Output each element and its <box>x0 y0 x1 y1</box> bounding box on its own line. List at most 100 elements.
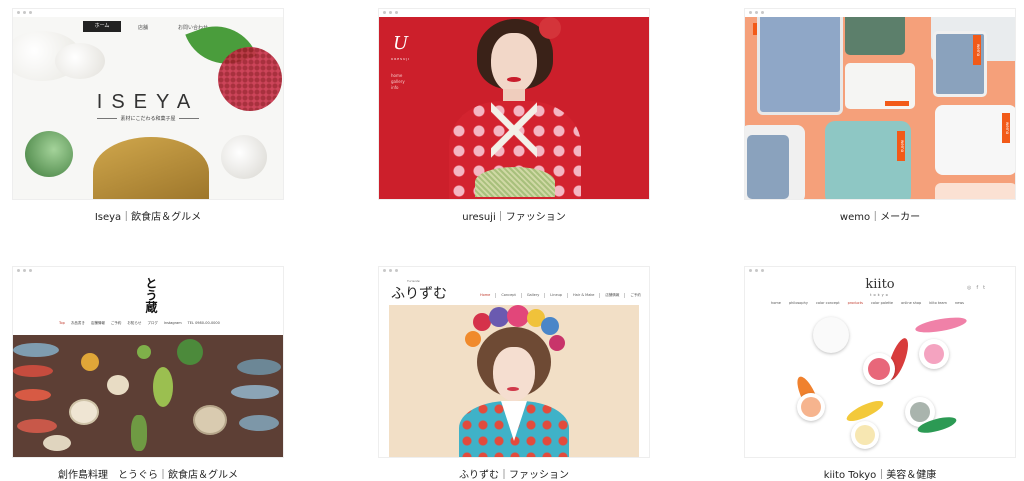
nav-online-shop[interactable]: online shop <box>901 301 921 305</box>
browser-frame: kiito tokyo ◎ f t home philosophy color … <box>744 266 1016 458</box>
template-caption[interactable]: Iseya｜飲食店＆グルメ <box>12 208 284 223</box>
fish-image <box>15 389 51 401</box>
template-card-furizumu[interactable]: Furisode ふりずむ Home Concept Gallery Lineu… <box>378 266 650 481</box>
vegetable-image <box>131 415 147 451</box>
product-teal <box>845 17 905 55</box>
kashiwa-mochi-image <box>25 131 73 177</box>
compact-rose <box>863 353 895 385</box>
model-lips <box>507 387 519 391</box>
nav-home[interactable]: home <box>771 301 781 305</box>
nav-info[interactable]: 店舗情報 <box>91 321 105 326</box>
site-logo: U <box>393 33 409 54</box>
nav-instagram[interactable]: Instagram <box>164 321 182 326</box>
menu-info[interactable]: info <box>391 85 399 90</box>
browser-frame: とう蔵 Top お品書き 店舗情報 ご予約 お知らせ ブログ Instagram… <box>12 266 284 458</box>
nav-hair-make[interactable]: Hair & Make <box>568 293 601 298</box>
browser-frame: ホーム 店舗 お問い合わせ ISEYA 素材にこだわる和菓子屋 <box>12 8 284 200</box>
template-preview[interactable]: とう蔵 Top お品書き 店舗情報 ご予約 お知らせ ブログ Instagram… <box>13 275 283 457</box>
nav-news[interactable]: news <box>955 301 964 305</box>
product-phone-blue <box>747 135 789 199</box>
model-lips <box>507 77 521 82</box>
template-caption[interactable]: wemo｜メーカー <box>744 208 1016 223</box>
nav-news[interactable]: お知らせ <box>127 321 141 326</box>
site-logo-sub: URESUJI <box>391 57 411 61</box>
nav-store[interactable]: 店舗情報 <box>600 293 626 298</box>
flower-image <box>507 305 529 327</box>
bowl-image <box>43 435 71 451</box>
wemo-tag-horizontal <box>885 101 909 106</box>
browser-chrome <box>13 9 283 17</box>
nav-store[interactable]: 店舗 <box>138 24 148 31</box>
site-nav: home philosophy color concept products c… <box>771 301 964 305</box>
menu-gallery[interactable]: gallery <box>391 79 405 84</box>
mochi-image <box>221 135 267 179</box>
template-card-iseya[interactable]: ホーム 店舗 お問い合わせ ISEYA 素材にこだわる和菓子屋 Iseya｜飲食… <box>12 8 284 223</box>
facebook-icon[interactable]: f <box>976 285 978 291</box>
compact-peach <box>797 393 825 421</box>
site-nav: Home Concept Gallery Lineup Hair & Make … <box>475 293 646 298</box>
flower-image <box>465 331 481 347</box>
template-caption[interactable]: ふりずむ｜ファッション <box>378 466 650 481</box>
browser-frame: U URESUJI home gallery info <box>378 8 650 200</box>
mochi-image <box>55 43 105 79</box>
template-card-uresuji[interactable]: U URESUJI home gallery info uresuji｜ファッシ… <box>378 8 650 223</box>
model-face <box>493 347 535 401</box>
menu-home[interactable]: home <box>391 73 402 78</box>
nav-philosophy[interactable]: philosophy <box>789 301 808 305</box>
bowl-image <box>69 399 99 425</box>
social-links: ◎ f t <box>967 285 985 291</box>
nav-concept[interactable]: Concept <box>496 293 522 298</box>
nav-gallery[interactable]: Gallery <box>522 293 546 298</box>
site-logo: とう蔵 <box>144 277 158 313</box>
fish-image <box>237 359 281 375</box>
template-preview[interactable]: wemo wemo wemo <box>745 17 1015 199</box>
template-card-tougura[interactable]: とう蔵 Top お品書き 店舗情報 ご予約 お知らせ ブログ Instagram… <box>12 266 284 481</box>
wemo-tag: wemo <box>973 35 981 65</box>
vegetable-image <box>81 353 99 371</box>
browser-chrome <box>379 267 649 275</box>
product-peach <box>935 183 1015 199</box>
hero-food-image <box>13 335 283 457</box>
nav-products[interactable]: products <box>848 301 863 305</box>
twitter-icon[interactable]: t <box>983 285 985 291</box>
product-blue <box>757 17 843 115</box>
template-card-kiito[interactable]: kiito tokyo ◎ f t home philosophy color … <box>744 266 1016 481</box>
compact-white <box>813 317 849 353</box>
nav-blog[interactable]: ブログ <box>147 321 158 326</box>
nav-color-palette[interactable]: color palette <box>871 301 893 305</box>
kimono-collar <box>491 101 537 159</box>
template-caption[interactable]: kiito Tokyo｜美容＆健康 <box>744 466 1016 481</box>
browser-frame: wemo wemo wemo <box>744 8 1016 200</box>
nav-color-concept[interactable]: color concept <box>816 301 840 305</box>
window-dots-icon <box>749 269 764 272</box>
template-preview[interactable]: kiito tokyo ◎ f t home philosophy color … <box>745 275 1015 457</box>
vegetable-image <box>137 345 151 359</box>
nav-home[interactable]: Home <box>475 293 497 298</box>
nav-menu[interactable]: お品書き <box>71 321 85 326</box>
site-tagline: 素材にこだわる和菓子屋 <box>13 115 283 122</box>
nav-reserve[interactable]: ご予約 <box>111 321 122 326</box>
instagram-icon[interactable]: ◎ <box>967 285 971 291</box>
flower-image <box>541 317 559 335</box>
bowl-image <box>193 405 227 435</box>
melon-image <box>177 339 203 365</box>
vegetable-image <box>153 367 173 407</box>
template-caption[interactable]: uresuji｜ファッション <box>378 208 650 223</box>
nav-kiito-team[interactable]: kiito team <box>929 301 947 305</box>
fish-image <box>17 419 57 433</box>
nav-top[interactable]: Top <box>59 321 65 326</box>
browser-frame: Furisode ふりずむ Home Concept Gallery Lineu… <box>378 266 650 458</box>
template-preview[interactable]: Furisode ふりずむ Home Concept Gallery Lineu… <box>379 275 649 457</box>
nav-reserve[interactable]: ご予約 <box>625 293 646 298</box>
obi-image <box>475 167 555 197</box>
nav-home[interactable]: ホーム <box>83 21 121 32</box>
template-preview[interactable]: ホーム 店舗 お問い合わせ ISEYA 素材にこだわる和菓子屋 <box>13 17 283 199</box>
site-nav: Top お品書き 店舗情報 ご予約 お知らせ ブログ Instagram TEL… <box>59 321 220 326</box>
template-caption[interactable]: 創作島料理 とうぐら｜飲食店＆グルメ <box>12 466 284 481</box>
template-card-wemo[interactable]: wemo wemo wemo wemo｜メーカー <box>744 8 1016 223</box>
template-preview[interactable]: U URESUJI home gallery info <box>379 17 649 199</box>
browser-chrome <box>379 9 649 17</box>
nav-lineup[interactable]: Lineup <box>545 293 569 298</box>
browser-chrome <box>13 267 283 275</box>
flower-image <box>549 335 565 351</box>
